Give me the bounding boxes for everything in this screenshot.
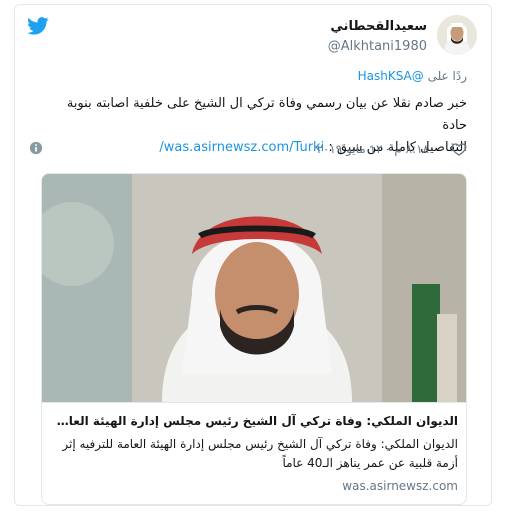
tweet-text-line: خبر صادم نقلا عن بيان رسمي وفاة تركي ال … [66,96,467,133]
card-description: الديوان الملكي: وفاة تركي آل الشيخ رئيس … [62,437,458,470]
tweet-timestamp[interactable]: ٨:١٨ م - ١٢ مايو ٢٠١٩ [316,142,429,156]
avatar-image [437,15,477,55]
author-handle[interactable]: @Alkhtani1980 [328,39,427,54]
reply-mention-link[interactable]: @HashKSA [358,69,424,83]
like-count: ٠ [438,142,445,156]
author-display-name[interactable]: سعيدالقحطاني [330,19,427,34]
preview-text: الديوان الملكي: وفاة تركي آل الشيخ رئيس … [42,402,466,504]
info-icon[interactable] [29,141,43,155]
card-domain: was.asirnewsz.com [342,479,458,493]
reply-context: ردًا على @HashKSA [358,69,467,83]
reply-prefix: ردًا على [427,69,467,83]
heart-icon[interactable] [451,141,467,157]
preview-image [42,174,466,402]
tweet-embed-card: سعيدالقحطاني @Alkhtani1980 ردًا على @Has… [14,4,492,506]
card-title[interactable]: الديوان الملكي: وفاة تركي آل الشيخ رئيس … [50,413,458,429]
link-preview-card[interactable]: الديوان الملكي: وفاة تركي آل الشيخ رئيس … [41,173,467,505]
tweet-meta: ٠ ٨:١٨ م - ١٢ مايو ٢٠١٩ [29,141,467,159]
avatar[interactable] [437,15,477,55]
twitter-bird-icon[interactable] [27,17,49,35]
